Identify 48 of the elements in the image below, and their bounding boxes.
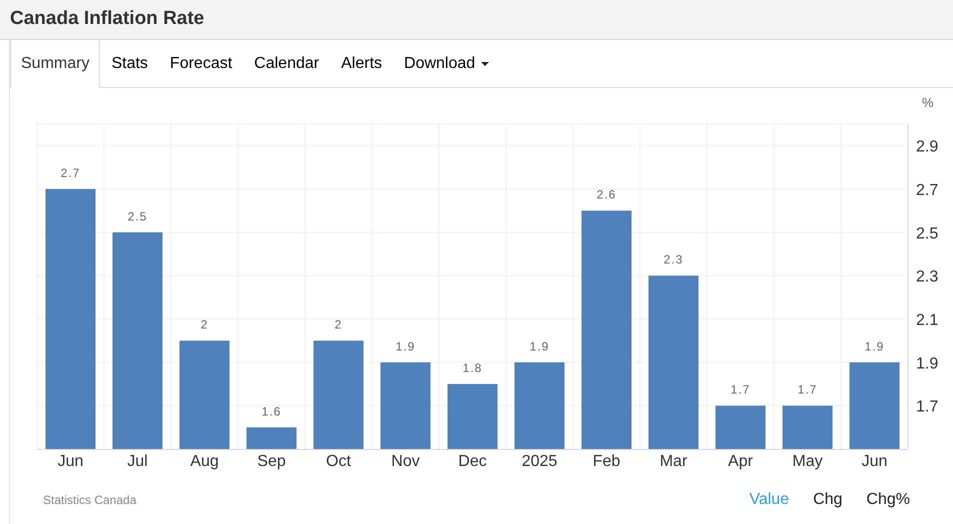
x-tick-label: Dec xyxy=(458,453,487,470)
x-tick-label: Nov xyxy=(391,453,420,470)
x-tick-label: Jul xyxy=(127,453,148,470)
y-tick-label: 1.9 xyxy=(916,355,938,372)
tab[interactable]: Download xyxy=(393,40,500,87)
bar xyxy=(782,406,832,449)
data-label: 1.7 xyxy=(798,382,818,397)
data-label: 1.7 xyxy=(730,382,750,397)
y-tick-label: 2.3 xyxy=(916,268,938,286)
data-label: 2 xyxy=(334,318,342,332)
source-label: Statistics Canada xyxy=(43,492,136,509)
y-tick-label: 2.5 xyxy=(916,225,938,242)
data-label: 2.6 xyxy=(596,188,616,202)
view-toggle[interactable]: Chg% xyxy=(858,488,918,512)
x-tick-label: 2025 xyxy=(522,453,558,470)
data-label: 1.8 xyxy=(462,361,482,375)
y-tick-label: 1.7 xyxy=(916,398,938,416)
data-label: 1.9 xyxy=(396,339,416,354)
x-tick-label: Aug xyxy=(190,453,219,470)
tab[interactable]: Forecast xyxy=(158,40,244,87)
y-tick-label: 2.7 xyxy=(916,182,938,199)
x-tick-label: May xyxy=(792,453,823,470)
y-tick-label: 2.1 xyxy=(916,312,938,329)
x-tick-label: Feb xyxy=(592,453,620,470)
data-label: 2.3 xyxy=(664,252,684,267)
x-tick-label: Jun xyxy=(862,453,888,470)
x-tick-label: Mar xyxy=(660,453,688,470)
bar xyxy=(448,384,498,449)
y-tick-label: 2.9 xyxy=(916,138,938,156)
data-label: 1.9 xyxy=(530,339,550,354)
data-label: 1.9 xyxy=(864,339,884,354)
data-label: 2 xyxy=(200,318,208,332)
x-tick-label: Apr xyxy=(728,453,753,470)
tab[interactable]: Calendar xyxy=(243,40,330,87)
data-label: 1.6 xyxy=(262,404,282,418)
tab[interactable]: Summary xyxy=(10,40,100,88)
tab[interactable]: Stats xyxy=(100,40,159,87)
x-tick-label: Jun xyxy=(58,453,84,470)
data-label: 2.7 xyxy=(60,166,80,180)
view-toggle[interactable]: Chg xyxy=(805,488,850,512)
x-tick-label: Sep xyxy=(257,453,286,470)
page-title: Canada Inflation Rate xyxy=(10,7,204,32)
y-axis-unit: % xyxy=(922,95,934,110)
bar xyxy=(246,427,296,449)
tab[interactable]: Alerts xyxy=(330,40,394,87)
x-tick-label: Oct xyxy=(326,453,351,470)
bar xyxy=(716,406,766,449)
data-label: 2.5 xyxy=(128,209,148,224)
